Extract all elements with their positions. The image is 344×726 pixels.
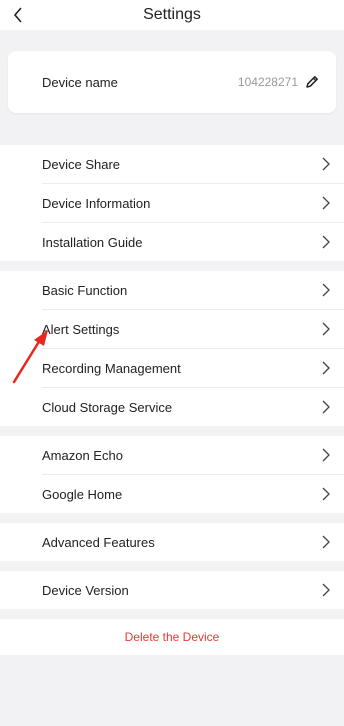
menu-section: Device Share Device Information Installati… <box>0 145 344 261</box>
menu-item-label: Cloud Storage Service <box>42 399 173 415</box>
menu-item-recording-management[interactable]: Recording Management <box>42 349 344 388</box>
menu-item-amazon-echo[interactable]: Amazon Echo <box>42 436 344 475</box>
menu-item-label: Basic Function <box>42 282 128 298</box>
page-title: Settings <box>143 6 201 23</box>
menu-item-label: Device Information <box>42 195 151 211</box>
delete-area: Delete the Device <box>0 619 344 655</box>
chevron-right-icon <box>322 235 330 249</box>
chevron-right-icon <box>322 487 330 501</box>
device-name-label: Device name <box>42 74 118 90</box>
menu-item-device-information[interactable]: Device Information <box>42 184 344 223</box>
delete-device-button[interactable]: Delete the Device <box>125 630 220 644</box>
menu-item-device-version[interactable]: Device Version <box>42 571 344 609</box>
menu-item-label: Installation Guide <box>42 234 143 250</box>
menu-item-label: Google Home <box>42 486 123 502</box>
menu-item-alert-settings[interactable]: Alert Settings <box>42 310 344 349</box>
device-name-value: 104228271 <box>237 75 298 89</box>
back-button[interactable] <box>6 0 30 30</box>
menu-item-label: Device Version <box>42 582 129 598</box>
menu-item-google-home[interactable]: Google Home <box>42 475 344 513</box>
chevron-right-icon <box>322 448 330 462</box>
chevron-right-icon <box>322 157 330 171</box>
device-name-value-group: 104228271 <box>238 74 320 90</box>
menu-item-cloud-storage-service[interactable]: Cloud Storage Service <box>42 388 344 426</box>
menu-item-label: Advanced Features <box>42 534 155 550</box>
chevron-left-icon <box>13 7 22 23</box>
device-name-card[interactable]: Device name 104228271 <box>8 51 336 113</box>
menu-item-advanced-features[interactable]: Advanced Features <box>42 523 344 561</box>
chevron-right-icon <box>322 283 330 297</box>
device-name-area: Device name 104228271 <box>0 30 344 113</box>
menu-section: Amazon Echo Google Home <box>0 436 344 513</box>
top-bar: Settings <box>0 0 344 30</box>
chevron-right-icon <box>322 535 330 549</box>
menu-section: Advanced Features <box>0 523 344 561</box>
chevron-right-icon <box>322 400 330 414</box>
menu-item-installation-guide[interactable]: Installation Guide <box>42 223 344 261</box>
menu-item-basic-function[interactable]: Basic Function <box>42 271 344 310</box>
chevron-right-icon <box>322 583 330 597</box>
menu-item-label: Recording Management <box>42 360 181 376</box>
menu-item-device-share[interactable]: Device Share <box>42 145 344 184</box>
chevron-right-icon <box>322 322 330 336</box>
menu-section: Device Version <box>0 571 344 609</box>
chevron-right-icon <box>322 361 330 375</box>
annotation-arrow <box>12 330 48 384</box>
menu-item-label: Device Share <box>42 156 121 172</box>
pencil-icon[interactable] <box>304 74 320 90</box>
menu-item-label: Amazon Echo <box>42 447 123 463</box>
chevron-right-icon <box>322 196 330 210</box>
